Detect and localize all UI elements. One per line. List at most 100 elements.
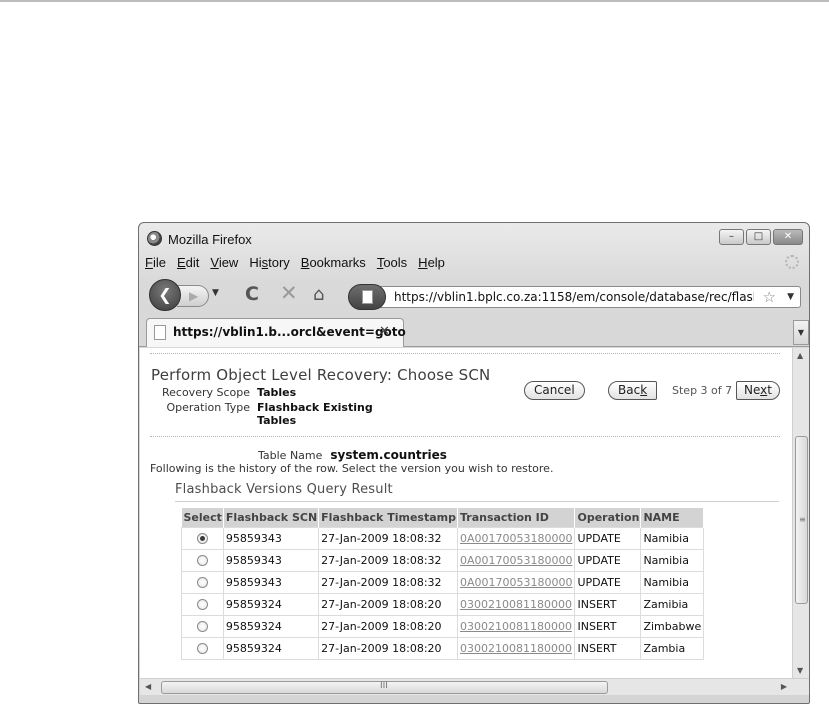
home-icon[interactable]: ⌂ xyxy=(313,284,324,305)
table-row[interactable]: 95859324 27-Jan-2009 18:08:20 030021008118… xyxy=(181,636,705,660)
operation-cell: INSERT xyxy=(574,636,642,660)
minimize-button[interactable]: – xyxy=(719,229,744,245)
horizontal-scroll-thumb[interactable]: III xyxy=(161,681,608,694)
tab-title: https://vblin1.b...orcl&event=goto xyxy=(173,325,406,339)
flashback-versions-table: Select Flashback SCN Flashback Timestamp… xyxy=(181,508,705,660)
next-step-button[interactable]: Next xyxy=(736,381,780,400)
operation-cell: INSERT xyxy=(574,614,642,638)
scn-cell: 95859343 xyxy=(222,526,320,550)
menu-view[interactable]: View xyxy=(210,255,238,270)
url-text[interactable]: https://vblin1.bplc.co.za:1158/em/consol… xyxy=(394,290,754,304)
table-row[interactable]: 95859324 27-Jan-2009 18:08:20 030021008118… xyxy=(181,592,705,616)
select-cell[interactable] xyxy=(181,614,224,638)
menu-tools[interactable]: Tools xyxy=(377,255,407,270)
bookmark-star-icon[interactable]: ☆ xyxy=(763,288,776,306)
stop-icon[interactable]: ✕ xyxy=(280,281,298,305)
menu-help[interactable]: Help xyxy=(418,255,445,270)
transaction-id-link[interactable]: 0300210081180000 xyxy=(460,642,572,655)
select-radio[interactable] xyxy=(196,643,208,654)
timestamp-cell: 27-Jan-2009 18:08:32 xyxy=(318,570,458,594)
history-dropdown-icon[interactable]: ▼ xyxy=(212,288,219,298)
scn-cell: 95859324 xyxy=(222,636,320,660)
tab-list-dropdown-button[interactable]: ▼ xyxy=(793,320,809,345)
horizontal-scrollbar[interactable]: ◀ III ▶ xyxy=(140,678,809,695)
page-title: Perform Object Level Recovery: Choose SC… xyxy=(151,366,491,384)
select-radio[interactable] xyxy=(196,577,208,588)
timestamp-cell: 27-Jan-2009 18:08:20 xyxy=(318,592,458,616)
menu-file[interactable]: File xyxy=(145,255,166,270)
select-cell[interactable] xyxy=(181,592,224,616)
select-cell[interactable] xyxy=(181,570,224,594)
scroll-down-icon[interactable]: ▼ xyxy=(797,666,803,675)
step-indicator: Step 3 of 7 xyxy=(672,384,733,397)
transaction-id-cell[interactable]: 0A00170053180000 xyxy=(456,526,576,550)
site-identity-button[interactable] xyxy=(348,284,386,310)
menu-bookmarks[interactable]: Bookmarks xyxy=(301,255,366,270)
url-bar[interactable]: https://vblin1.bplc.co.za:1158/em/consol… xyxy=(348,284,801,310)
column-header-transaction-id: Transaction ID xyxy=(457,508,576,527)
transaction-id-cell[interactable]: 0300210081180000 xyxy=(456,636,576,660)
page-content: Perform Object Level Recovery: Choose SC… xyxy=(140,348,792,678)
transaction-id-link[interactable]: 0300210081180000 xyxy=(460,620,572,633)
transaction-id-link[interactable]: 0300210081180000 xyxy=(460,598,572,611)
scroll-up-icon[interactable]: ▲ xyxy=(797,351,803,360)
table-name-row: Table Name system.countries xyxy=(258,448,447,462)
select-radio[interactable] xyxy=(196,599,208,610)
scroll-left-icon[interactable]: ◀ xyxy=(145,682,151,691)
transaction-id-link[interactable]: 0A00170053180000 xyxy=(460,554,573,567)
operation-type-label: Operation Type xyxy=(166,401,250,414)
scn-cell: 95859324 xyxy=(222,592,320,616)
window-title: Mozilla Firefox xyxy=(168,232,252,247)
scroll-right-icon[interactable]: ▶ xyxy=(781,682,787,691)
select-radio[interactable] xyxy=(196,621,208,632)
transaction-id-cell[interactable]: 0A00170053180000 xyxy=(456,548,576,572)
transaction-id-cell[interactable]: 0A00170053180000 xyxy=(456,570,576,594)
forward-button[interactable]: ▶ xyxy=(177,285,209,307)
close-window-button[interactable]: ✕ xyxy=(773,229,803,245)
vertical-scroll-thumb[interactable]: ≡ xyxy=(795,436,808,604)
select-radio[interactable] xyxy=(196,555,208,566)
tab-page-icon xyxy=(154,325,166,340)
table-row[interactable]: 95859343 27-Jan-2009 18:08:32 0A0017005318… xyxy=(181,570,705,594)
tab-active[interactable]: https://vblin1.b...orcl&event=goto ✕ xyxy=(146,318,406,347)
section-header: Flashback Versions Query Result xyxy=(175,482,779,502)
recovery-scope-value: Tables xyxy=(257,386,297,399)
transaction-id-cell[interactable]: 0300210081180000 xyxy=(456,614,576,638)
title-bar: Mozilla Firefox – □ ✕ xyxy=(139,223,809,253)
page-icon xyxy=(362,290,373,304)
back-button[interactable]: ❮ xyxy=(149,279,181,311)
name-cell: Zimbabwe xyxy=(640,614,705,638)
reload-icon[interactable]: C xyxy=(245,283,259,305)
select-radio[interactable] xyxy=(196,533,208,544)
table-row[interactable]: 95859343 27-Jan-2009 18:08:32 0A0017005318… xyxy=(181,526,705,550)
maximize-button[interactable]: □ xyxy=(746,229,771,245)
back-step-button[interactable]: Back xyxy=(608,381,658,400)
vertical-scrollbar[interactable]: ▲ ≡ ▼ xyxy=(792,348,809,678)
name-cell: Zamibia xyxy=(640,592,705,616)
transaction-id-link[interactable]: 0A00170053180000 xyxy=(460,576,573,589)
column-header-operation: Operation xyxy=(574,508,642,527)
table-row[interactable]: 95859324 27-Jan-2009 18:08:20 030021008118… xyxy=(181,614,705,638)
name-cell: Zambia xyxy=(640,636,705,660)
timestamp-cell: 27-Jan-2009 18:08:20 xyxy=(318,636,458,660)
operation-type-value-2: Tables xyxy=(257,414,297,427)
table-header-row: Select Flashback SCN Flashback Timestamp… xyxy=(181,508,705,527)
table-row[interactable]: 95859343 27-Jan-2009 18:08:32 0A0017005318… xyxy=(181,548,705,572)
browser-window: Mozilla Firefox – □ ✕ File Edit View His… xyxy=(138,222,810,704)
transaction-id-link[interactable]: 0A00170053180000 xyxy=(460,532,573,545)
close-tab-icon[interactable]: ✕ xyxy=(379,324,390,339)
tab-strip: https://vblin1.b...orcl&event=goto ✕ ▼ xyxy=(139,317,809,347)
transaction-id-cell[interactable]: 0300210081180000 xyxy=(456,592,576,616)
cancel-button[interactable]: Cancel xyxy=(524,381,585,400)
menu-edit[interactable]: Edit xyxy=(177,255,199,270)
menu-history[interactable]: History xyxy=(249,255,289,270)
select-cell[interactable] xyxy=(181,548,224,572)
column-header-scn: Flashback SCN xyxy=(223,508,320,527)
navigation-toolbar: ▶ ❮ ▼ C ✕ ⌂ https://vblin1.bplc.co.za:11… xyxy=(139,277,809,311)
timestamp-cell: 27-Jan-2009 18:08:32 xyxy=(318,548,458,572)
select-cell[interactable] xyxy=(181,636,224,660)
select-cell[interactable] xyxy=(181,526,224,550)
operation-cell: UPDATE xyxy=(574,526,642,550)
url-dropdown-icon[interactable]: ▼ xyxy=(787,292,794,302)
scn-cell: 95859324 xyxy=(222,614,320,638)
